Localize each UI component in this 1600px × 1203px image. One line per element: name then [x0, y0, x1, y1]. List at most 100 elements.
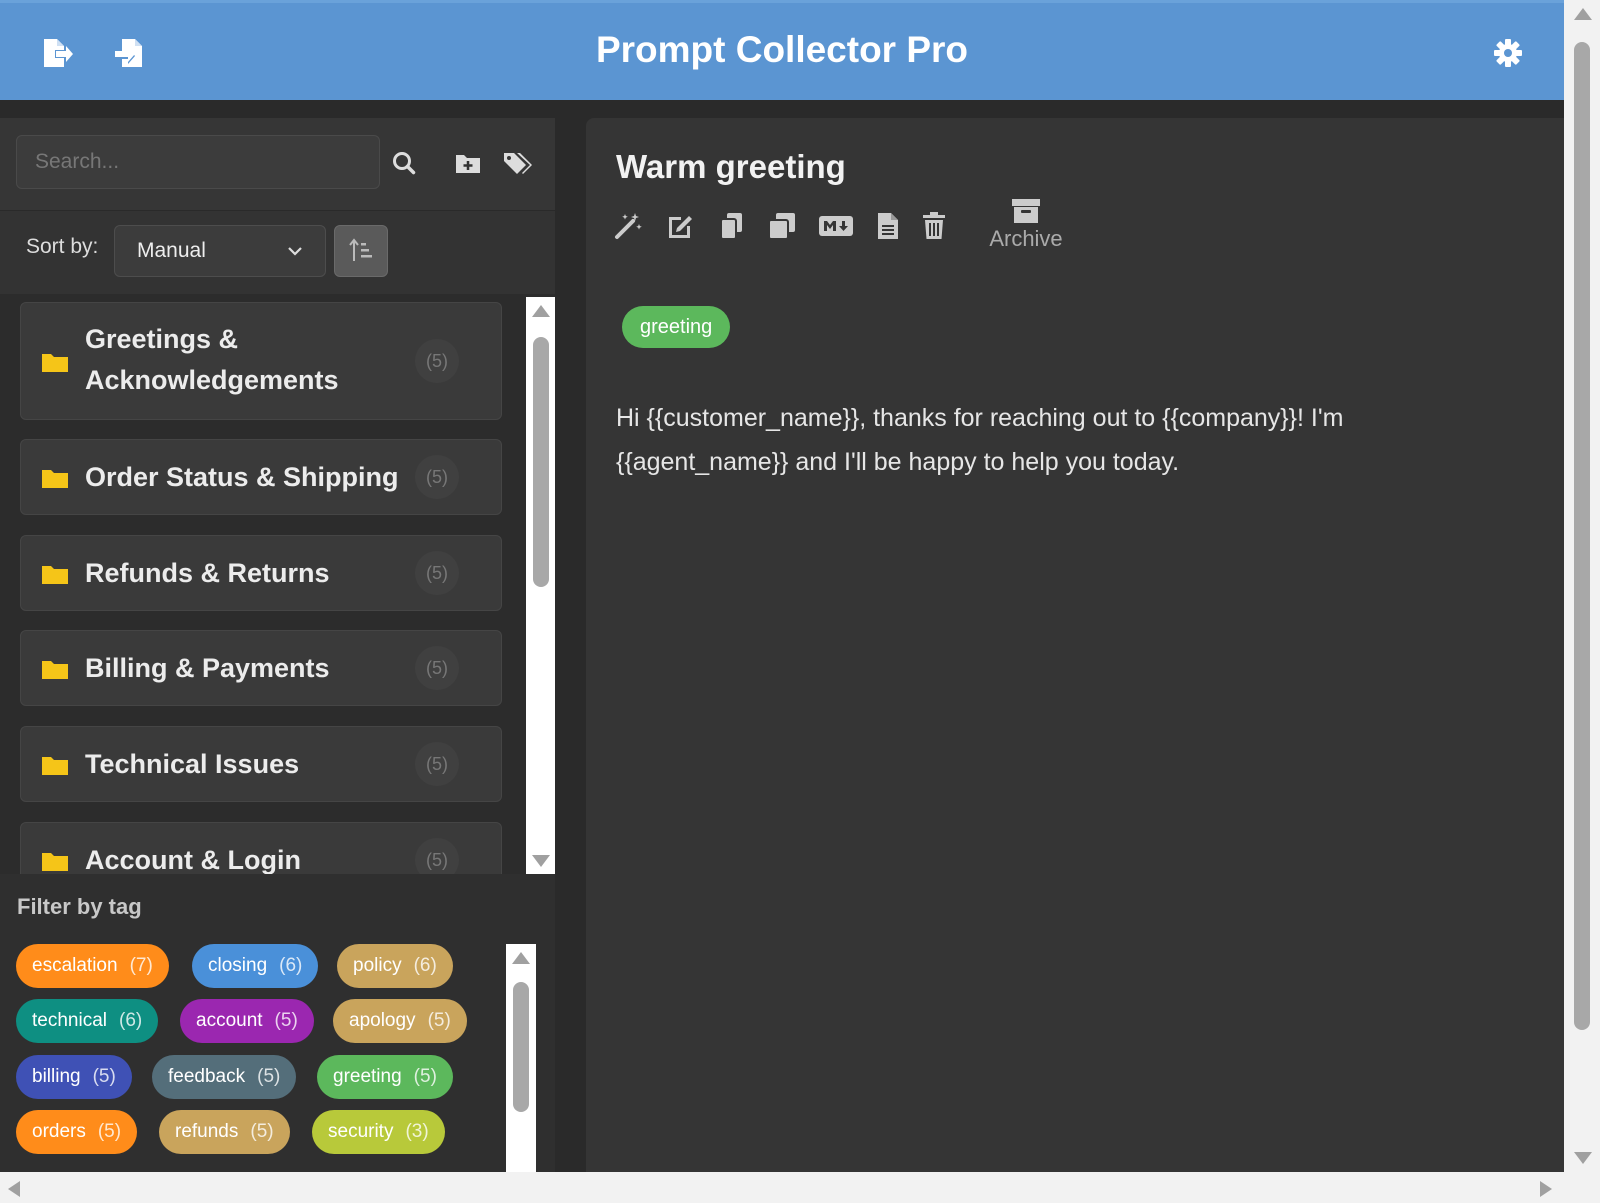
duplicate-icon[interactable]	[762, 206, 802, 246]
tag-filter-chip[interactable]: account (5)	[180, 999, 314, 1043]
tag-filter-list: escalation (7) closing (6) policy (6) technica…	[0, 874, 500, 1172]
folder-name: Technical Issues	[85, 749, 300, 779]
tag-name: orders	[32, 1121, 86, 1142]
sort-bar: Sort by: Manual	[0, 211, 555, 293]
scrollbar-corner	[1564, 1172, 1600, 1203]
folder-item[interactable]: Order Status & Shipping (5)	[20, 439, 502, 515]
folder-icon	[42, 566, 68, 584]
tag-name: closing	[208, 955, 268, 976]
folder-item[interactable]: Billing & Payments (5)	[20, 630, 502, 706]
prompt-title: Warm greeting	[616, 148, 846, 185]
tag-count: (5)	[257, 1066, 281, 1087]
tag-count: (5)	[413, 1066, 437, 1087]
folder-item[interactable]: Technical Issues (5)	[20, 726, 502, 802]
sort-label: Sort by:	[26, 235, 99, 258]
sort-select[interactable]: Manual	[114, 225, 326, 277]
folder-count-badge: (5)	[415, 339, 459, 383]
file-icon[interactable]	[868, 206, 908, 246]
tag-filter-chip[interactable]: closing (6)	[192, 944, 319, 988]
scroll-up-arrow-icon[interactable]	[532, 305, 550, 317]
sort-direction-icon	[349, 238, 372, 261]
folder-count-badge: (5)	[415, 455, 459, 499]
tag-filter-chip[interactable]: security (3)	[312, 1110, 445, 1154]
tag-name: technical	[32, 1010, 107, 1031]
tag-name: billing	[32, 1066, 81, 1087]
sort-selected-value: Manual	[137, 239, 206, 262]
scrollbar-thumb[interactable]	[533, 337, 549, 587]
folder-count-badge: (5)	[415, 742, 459, 786]
tag-count: (6)	[119, 1010, 143, 1031]
sort-direction-button[interactable]	[334, 225, 388, 277]
scroll-up-arrow-icon[interactable]	[512, 952, 530, 964]
search-bar	[0, 118, 555, 211]
edit-icon[interactable]	[660, 206, 700, 246]
tag-filter-chip[interactable]: policy (6)	[337, 944, 453, 988]
scrollbar-thumb[interactable]	[513, 982, 529, 1112]
archive-label: Archive	[989, 226, 1063, 251]
tag-count: (6)	[413, 955, 437, 976]
tag-count: (5)	[97, 1121, 122, 1142]
page-horizontal-scrollbar[interactable]	[0, 1172, 1564, 1203]
tag-name: refunds	[175, 1121, 239, 1142]
prompt-detail-panel: Warm greeting Archive greeting Hi {{cust…	[586, 118, 1564, 1172]
markdown-icon[interactable]	[816, 206, 856, 246]
tag-name: account	[196, 1010, 263, 1031]
tags-icon[interactable]	[500, 146, 534, 180]
tag-filter-chip[interactable]: escalation (7)	[16, 944, 169, 988]
tag-count: (5)	[92, 1066, 116, 1087]
folder-list-scrollbar[interactable]	[526, 297, 555, 875]
folder-icon	[42, 354, 68, 372]
tag-name: apology	[349, 1010, 416, 1031]
scroll-right-arrow-icon[interactable]	[1540, 1181, 1552, 1197]
tag-filter-chip[interactable]: orders (5)	[16, 1110, 138, 1154]
folder-count-badge: (5)	[415, 551, 459, 595]
folder-count-badge: (5)	[415, 646, 459, 690]
folder-item[interactable]: Greetings & Acknowledgements (5)	[20, 302, 502, 420]
folder-item[interactable]: Refunds & Returns (5)	[20, 535, 502, 611]
prompt-content: Hi {{customer_name}}, thanks for reachin…	[616, 404, 1344, 476]
folder-icon	[42, 661, 68, 679]
copy-icon[interactable]	[712, 206, 752, 246]
archive-icon	[1012, 199, 1040, 223]
tag-name: escalation	[32, 955, 118, 976]
trash-icon[interactable]	[914, 206, 954, 246]
scroll-left-arrow-icon[interactable]	[8, 1181, 20, 1197]
archive-button[interactable]: Archive	[984, 198, 1068, 254]
folder-icon	[42, 853, 68, 871]
tag-filter-chip[interactable]: refunds (5)	[159, 1110, 290, 1154]
tag-filter-chip[interactable]: greeting (5)	[317, 1055, 453, 1099]
prompt-tag-badge[interactable]: greeting	[622, 306, 731, 348]
tag-filter-panel: Filter by tag escalation (7) closing (6) pol…	[0, 874, 555, 1172]
add-folder-icon[interactable]	[451, 146, 485, 180]
folder-name: Billing & Payments	[85, 653, 330, 683]
tag-list-scrollbar[interactable]	[506, 944, 536, 1172]
tag-name: security	[328, 1121, 394, 1142]
tag-filter-chip[interactable]: technical (6)	[16, 999, 159, 1043]
chevron-down-icon	[288, 247, 302, 256]
page-vertical-scrollbar[interactable]	[1564, 0, 1600, 1172]
app-title: Prompt Collector Pro	[595, 29, 969, 70]
search-input[interactable]	[16, 135, 380, 189]
app-header: Prompt Collector Pro	[0, 0, 1564, 100]
settings-gear-icon[interactable]	[1488, 33, 1528, 73]
folder-name: Refunds & Returns	[85, 558, 330, 588]
folder-name: Greetings & Acknowledgements	[85, 324, 339, 395]
tag-filter-chip[interactable]: billing (5)	[16, 1055, 132, 1099]
search-icon[interactable]	[387, 146, 421, 180]
tag-count: (5)	[250, 1121, 274, 1142]
scroll-down-arrow-icon[interactable]	[532, 855, 550, 867]
tag-count: (6)	[279, 955, 303, 976]
scroll-down-arrow-icon[interactable]	[1574, 1152, 1592, 1164]
tag-count: (5)	[427, 1010, 451, 1031]
magic-wand-icon[interactable]	[608, 206, 648, 246]
folder-name: Order Status & Shipping	[85, 462, 399, 492]
tag-filter-chip[interactable]: feedback (5)	[152, 1055, 297, 1099]
sidebar: Sort by: Manual Greetings & Acknowledgem…	[0, 118, 555, 1172]
folder-icon	[42, 757, 68, 775]
app-window: Prompt Collector Pro Search... Sort by: …	[0, 0, 1564, 1172]
tag-count: (3)	[405, 1121, 429, 1142]
scrollbar-thumb[interactable]	[1574, 42, 1590, 1030]
scroll-up-arrow-icon[interactable]	[1574, 8, 1592, 20]
tag-count: (7)	[129, 955, 153, 976]
tag-filter-chip[interactable]: apology (5)	[333, 999, 467, 1043]
